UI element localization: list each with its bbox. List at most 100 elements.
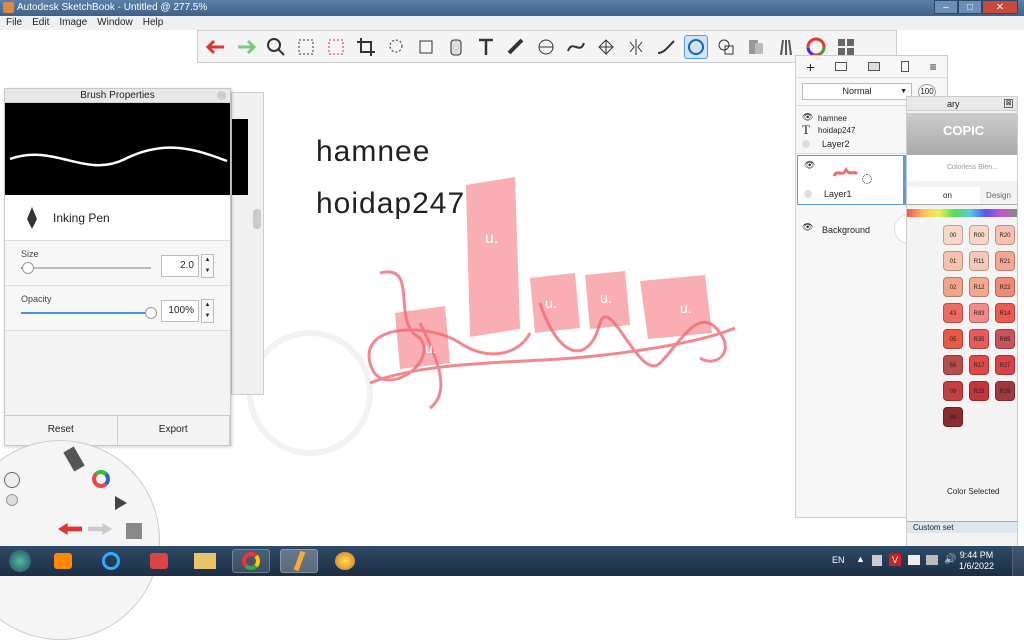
copic-swatch[interactable]: 01 — [943, 251, 963, 271]
fill-icon[interactable] — [444, 35, 468, 59]
ellipse-guide-icon[interactable] — [534, 35, 558, 59]
select-icon[interactable] — [294, 35, 318, 59]
maximize-button[interactable]: □ — [958, 0, 982, 14]
menu-file[interactable]: File — [6, 16, 22, 30]
copic-swatch[interactable]: R00 — [969, 225, 989, 245]
opacity-slider-knob[interactable] — [145, 307, 157, 319]
lagoon-pen-icon[interactable] — [4, 472, 20, 488]
predictive-stroke-icon[interactable] — [684, 34, 708, 59]
lagoon-color-icon[interactable] — [92, 470, 110, 488]
size-spinner[interactable]: ▲ ▼ — [201, 254, 214, 278]
system-clock[interactable]: 9:44 PM 1/6/2022 — [959, 550, 994, 572]
menu-window[interactable]: Window — [97, 16, 133, 30]
copic-close-icon[interactable]: ⊠ — [1004, 99, 1013, 108]
brush-name-row[interactable]: Inking Pen — [5, 195, 230, 241]
curve-icon[interactable] — [564, 35, 588, 59]
tab-design[interactable]: Design — [980, 187, 1017, 204]
copic-swatch[interactable]: R83 — [969, 303, 989, 323]
menu-help[interactable]: Help — [143, 16, 164, 30]
panel-close-icon[interactable] — [217, 91, 226, 100]
redo-icon[interactable] — [234, 35, 258, 59]
copic-swatch[interactable]: R27 — [995, 355, 1015, 375]
blend-mode-select[interactable]: Normal ▼ — [802, 83, 912, 100]
taskbar-media-player[interactable] — [44, 549, 82, 573]
lasso-icon[interactable] — [384, 35, 408, 59]
minimize-button[interactable]: – — [934, 0, 958, 14]
network-icon[interactable] — [926, 555, 938, 565]
zoom-icon[interactable] — [264, 35, 288, 59]
visibility-dot-icon[interactable] — [802, 140, 810, 148]
copic-swatch[interactable]: R35 — [969, 329, 989, 349]
undo-icon[interactable] — [204, 35, 228, 59]
opacity-spinner[interactable]: ▲ ▼ — [201, 299, 214, 323]
start-button[interactable] — [2, 549, 38, 573]
copic-swatch[interactable]: 56 — [943, 355, 963, 375]
tray-flag-icon[interactable] — [908, 555, 920, 565]
add-image-icon[interactable] — [868, 62, 881, 71]
copic-swatch[interactable]: R17 — [969, 355, 989, 375]
close-button[interactable]: ✕ — [982, 0, 1018, 14]
transform-icon[interactable] — [414, 35, 438, 59]
colorless-blender-row[interactable]: Colorless Blen... — [907, 155, 1017, 181]
lagoon-clear-icon[interactable] — [6, 494, 18, 506]
copic-swatch[interactable]: R21 — [995, 251, 1015, 271]
export-button[interactable]: Export — [118, 416, 230, 445]
crop-select-icon[interactable] — [324, 35, 348, 59]
copic-swatch[interactable]: 02 — [943, 277, 963, 297]
shapes-icon[interactable] — [714, 35, 738, 59]
copic-swatch[interactable]: 00 — [943, 225, 963, 245]
stroke-icon[interactable] — [654, 35, 678, 59]
size-slider[interactable] — [21, 262, 151, 274]
copic-swatch[interactable]: R14 — [995, 303, 1015, 323]
taskbar-explorer[interactable] — [186, 549, 224, 573]
scrollbar-thumb[interactable] — [253, 209, 261, 229]
show-desktop-button[interactable] — [1012, 546, 1024, 576]
copic-swatch[interactable]: R39 — [995, 381, 1015, 401]
taskbar-snipping-tool[interactable] — [140, 549, 178, 573]
perspective-icon[interactable] — [594, 35, 618, 59]
ruler-icon[interactable] — [504, 35, 528, 59]
taskbar-chrome[interactable] — [232, 549, 270, 573]
color-family-strip[interactable] — [907, 209, 1017, 217]
tab-collection[interactable]: on — [907, 187, 980, 204]
opacity-value-input[interactable]: 100% — [161, 300, 199, 322]
text-icon[interactable] — [474, 35, 498, 59]
size-value-input[interactable]: 2.0 — [161, 255, 199, 277]
taskbar-paint[interactable] — [326, 549, 364, 573]
tray-app-icon[interactable] — [872, 555, 882, 566]
copic-swatch[interactable]: R11 — [969, 251, 989, 271]
copic-swatch[interactable]: R29 — [969, 381, 989, 401]
taskbar-sketchbook[interactable] — [280, 549, 318, 573]
symmetry-icon[interactable] — [624, 35, 648, 59]
eye-icon[interactable]: 👁 — [802, 222, 813, 233]
delete-layer-icon[interactable] — [900, 61, 909, 72]
copic-swatch[interactable]: 08 — [943, 381, 963, 401]
layer-menu-icon[interactable]: ≡ — [930, 60, 937, 74]
lagoon-cursor-icon[interactable] — [115, 496, 127, 510]
custom-set-label[interactable]: Custom set — [907, 521, 1017, 533]
size-slider-knob[interactable] — [21, 262, 34, 274]
tray-v-icon[interactable]: V — [889, 554, 901, 566]
copic-icon[interactable] — [744, 35, 768, 59]
taskbar-internet-explorer[interactable] — [92, 549, 130, 573]
add-layer-icon[interactable]: + — [806, 59, 814, 75]
menu-image[interactable]: Image — [59, 16, 87, 30]
copic-swatch[interactable]: 89 — [943, 407, 963, 427]
new-group-icon[interactable] — [835, 62, 848, 71]
copic-swatch[interactable]: R20 — [995, 225, 1015, 245]
language-indicator[interactable]: EN — [832, 555, 845, 565]
opacity-slider[interactable] — [21, 307, 157, 319]
copic-swatch[interactable]: 05 — [943, 329, 963, 349]
copic-swatch[interactable]: R12 — [969, 277, 989, 297]
copic-swatch[interactable]: 43 — [943, 303, 963, 323]
tray-expand-icon[interactable]: ▲ — [856, 554, 865, 564]
lock-transparency-icon[interactable] — [862, 174, 872, 184]
visibility-dot-icon[interactable] — [804, 190, 812, 198]
volume-icon[interactable]: 🔊 — [944, 554, 956, 565]
copic-swatch[interactable]: R22 — [995, 277, 1015, 297]
copic-swatch[interactable]: R85 — [995, 329, 1015, 349]
eye-icon[interactable]: 👁 — [804, 160, 815, 171]
lagoon-copy-icon[interactable] — [126, 523, 142, 539]
menu-edit[interactable]: Edit — [32, 16, 49, 30]
crop-icon[interactable] — [354, 35, 378, 59]
